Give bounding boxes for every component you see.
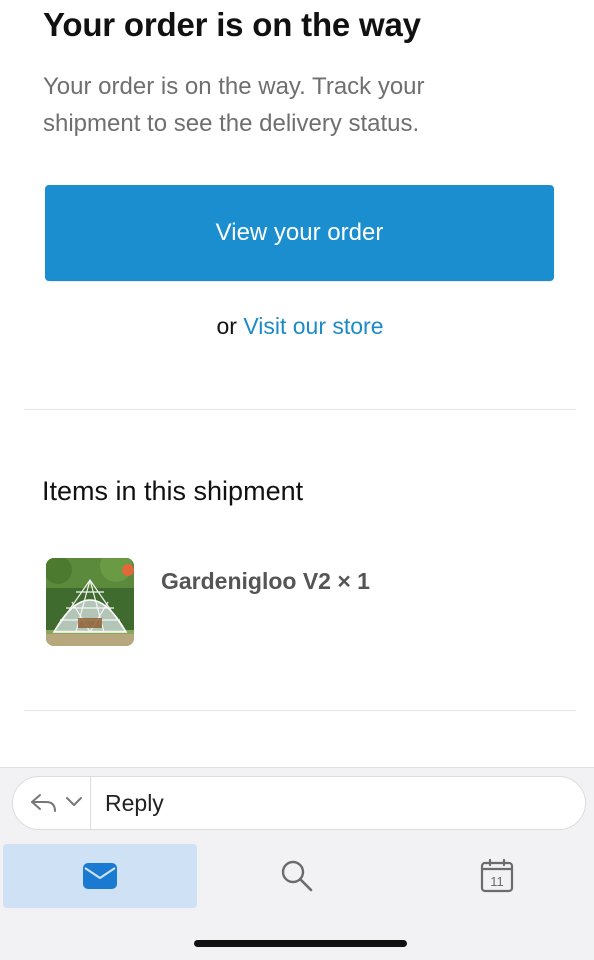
divider xyxy=(24,409,576,410)
tab-calendar[interactable]: 11 xyxy=(400,844,594,908)
email-subtitle: Your order is on the way. Track your shi… xyxy=(43,68,513,142)
search-icon xyxy=(281,860,313,892)
email-title: Your order is on the way xyxy=(43,6,421,43)
item-name: Gardenigloo V2 × 1 xyxy=(161,568,370,594)
email-view: Your order is on the way Your order is o… xyxy=(0,0,594,960)
visit-store-line: or Visit our store xyxy=(0,313,594,340)
visit-store-link[interactable]: Visit our store xyxy=(243,313,383,339)
items-heading: Items in this shipment xyxy=(42,476,304,506)
product-image[interactable] xyxy=(46,558,134,646)
chevron-down-icon[interactable] xyxy=(65,795,83,809)
home-indicator xyxy=(194,940,407,947)
reply-label[interactable]: Reply xyxy=(105,790,164,817)
mail-icon xyxy=(83,863,117,889)
subtitle-line: Your order is on the way. Track your xyxy=(43,73,425,100)
reply-arrow-icon[interactable] xyxy=(29,791,59,815)
calendar-icon: 11 xyxy=(480,858,514,893)
reply-bar[interactable]: Reply xyxy=(12,776,586,830)
reply-separator xyxy=(90,777,91,829)
garden-dome-photo xyxy=(46,558,134,646)
view-order-button[interactable]: View your order xyxy=(45,185,554,281)
subtitle-line: shipment to see the delivery status. xyxy=(43,110,420,137)
tab-mail[interactable] xyxy=(3,844,197,908)
calendar-day: 11 xyxy=(490,874,504,889)
divider xyxy=(24,710,576,711)
tab-search[interactable] xyxy=(200,844,394,908)
or-text: or xyxy=(216,313,237,339)
